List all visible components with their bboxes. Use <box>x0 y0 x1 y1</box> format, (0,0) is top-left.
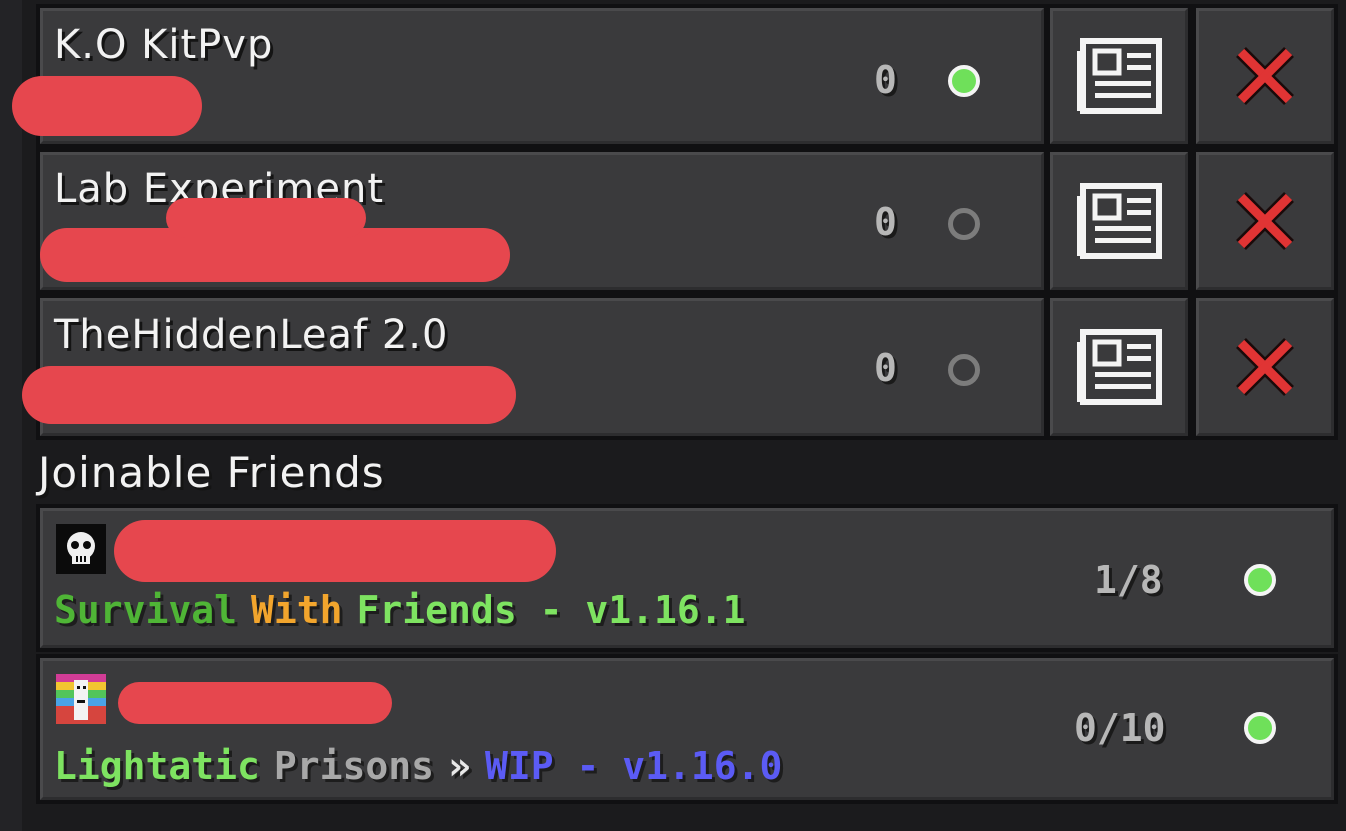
player-count: 0/10 <box>1074 706 1166 750</box>
online-status-icon <box>1244 564 1276 596</box>
redacted-address <box>166 198 366 238</box>
friend-server-row[interactable]: Lightatic Prisons » WIP - v1.16.0 0/10 <box>36 654 1338 804</box>
offline-status-icon <box>948 354 980 386</box>
remove-server-button[interactable] <box>1192 148 1338 294</box>
totem-avatar-icon <box>56 674 106 724</box>
edit-server-button[interactable] <box>1046 4 1192 148</box>
red-x-icon <box>1236 192 1294 250</box>
online-status-icon <box>1244 712 1276 744</box>
newspaper-icon <box>1077 38 1162 114</box>
server-motd: Survival With Friends - v1.16.1 <box>54 588 759 632</box>
newspaper-icon <box>1077 183 1162 259</box>
offline-status-icon <box>948 208 980 240</box>
player-count: 0 <box>874 346 897 390</box>
red-x-icon <box>1236 47 1294 105</box>
player-count: 1/8 <box>1094 558 1163 602</box>
server-row[interactable]: TheHiddenLeaf 2.0 0 <box>22 294 1048 440</box>
newspaper-icon <box>1077 329 1162 405</box>
motd-segment: With <box>251 588 343 632</box>
edit-server-button[interactable] <box>1046 294 1192 440</box>
skull-avatar-icon <box>56 524 106 574</box>
red-x-icon <box>1236 338 1294 396</box>
section-title-joinable-friends: Joinable Friends <box>38 448 385 497</box>
motd-segment: Lightatic <box>54 744 260 788</box>
server-row[interactable]: K.O KitPvp 0 <box>12 4 1048 148</box>
edit-server-button[interactable] <box>1046 148 1192 294</box>
server-motd: Lightatic Prisons » WIP - v1.16.0 <box>54 744 796 788</box>
player-count: 0 <box>874 58 897 102</box>
player-count: 0 <box>874 200 897 244</box>
server-name: K.O KitPvp <box>54 22 274 68</box>
online-status-icon <box>948 65 980 97</box>
motd-segment: Survival <box>54 588 238 632</box>
motd-segment: Prisons <box>273 744 435 788</box>
remove-server-button[interactable] <box>1192 4 1338 148</box>
server-name: TheHiddenLeaf 2.0 <box>54 312 449 358</box>
redacted-owner <box>114 520 556 582</box>
redacted-owner <box>118 682 392 724</box>
server-row[interactable]: Lab Experiment 0 <box>36 148 1048 294</box>
redacted-address <box>12 76 202 136</box>
remove-server-button[interactable] <box>1192 294 1338 440</box>
redacted-address <box>22 366 516 424</box>
friend-server-row[interactable]: Survival With Friends - v1.16.1 1/8 <box>36 504 1338 652</box>
motd-segment: » <box>448 744 471 788</box>
motd-segment: WIP - v1.16.0 <box>484 744 783 788</box>
motd-segment: Friends - v1.16.1 <box>356 588 746 632</box>
